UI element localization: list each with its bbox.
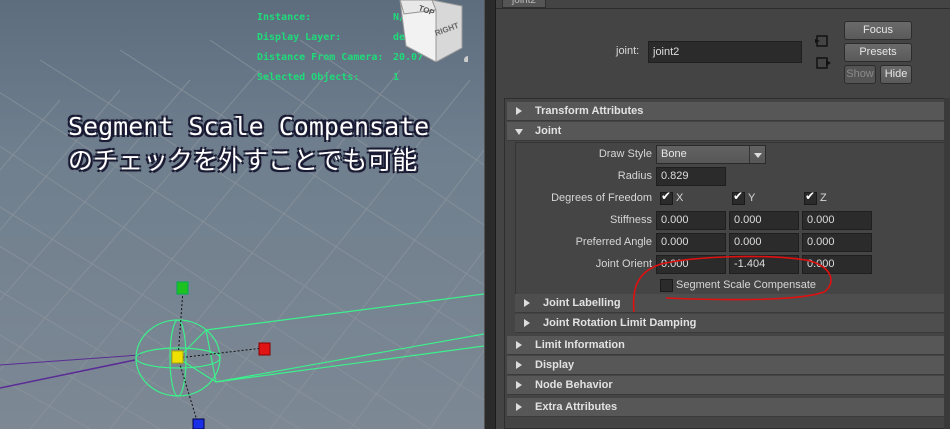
3d-viewport[interactable]: Instance: N/A Display Layer: default Dis…	[0, 0, 484, 429]
x-axis-handle	[258, 342, 271, 356]
y-axis-handle	[176, 281, 189, 295]
overlay-line-1: Segment Scale Compensate	[68, 112, 430, 141]
red-annotation-circle	[632, 255, 832, 313]
hud-row-selected: Selected Objects: 1	[257, 72, 400, 83]
attribute-editor-scrollbar[interactable]	[944, 98, 950, 429]
joint-wireframe	[135, 293, 484, 397]
pane-divider[interactable]	[484, 0, 496, 429]
ground-grid	[0, 39, 484, 429]
viewcube[interactable]: TOP RIGHT	[392, 0, 468, 62]
overlay-line-2: のチェックを外すことでも可能	[68, 146, 418, 175]
center-handle	[171, 350, 184, 364]
annotation-overlay-text: Segment Scale Compensate のチェックを外すことでも可能	[68, 110, 429, 178]
z-axis-handle	[192, 418, 205, 429]
attribute-editor: joint2 joint: joint2 Focus Presets Show …	[496, 0, 950, 429]
